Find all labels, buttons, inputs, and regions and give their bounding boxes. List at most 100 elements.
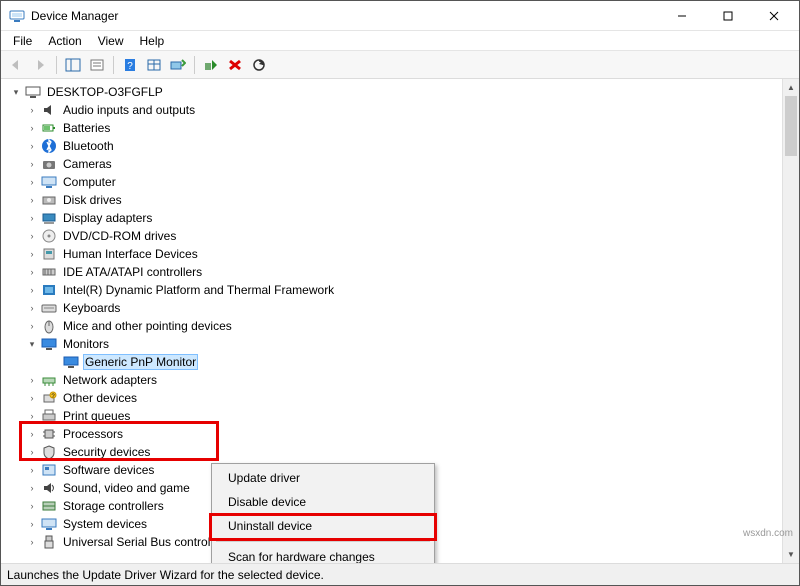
tree-category[interactable]: › Batteries (3, 119, 782, 137)
network-icon (41, 372, 57, 388)
view-by-type-button[interactable] (143, 54, 165, 76)
chevron-right-icon[interactable]: › (25, 463, 39, 477)
scroll-thumb[interactable] (785, 96, 797, 156)
scroll-down-button[interactable]: ▼ (783, 546, 799, 563)
tree-category[interactable]: › DVD/CD-ROM drives (3, 227, 782, 245)
software-devices-icon (41, 462, 57, 478)
tree-category[interactable]: › Display adapters (3, 209, 782, 227)
tree-label: Security devices (61, 444, 152, 460)
sound-icon (41, 480, 57, 496)
tree-category[interactable]: › Computer (3, 173, 782, 191)
tree-category[interactable]: ›Cameras (3, 155, 782, 173)
scroll-track[interactable] (783, 156, 799, 546)
computer-icon (25, 84, 41, 100)
tree-label: Mice and other pointing devices (61, 318, 234, 334)
tree-category[interactable]: › Mice and other pointing devices (3, 317, 782, 335)
back-button[interactable] (5, 54, 27, 76)
chevron-right-icon[interactable]: › (25, 157, 39, 171)
menu-help[interactable]: Help (132, 32, 173, 50)
tree-category[interactable]: › Human Interface Devices (3, 245, 782, 263)
monitor-icon (63, 354, 79, 370)
ctx-scan-hardware[interactable]: Scan for hardware changes (214, 545, 432, 563)
chevron-right-icon[interactable]: › (25, 193, 39, 207)
printer-icon (41, 408, 57, 424)
tree-label: DVD/CD-ROM drives (61, 228, 178, 244)
chevron-right-icon[interactable]: › (25, 211, 39, 225)
tree-label: Display adapters (61, 210, 154, 226)
tree-root[interactable]: ▾ DESKTOP-O3FGFLP (3, 83, 782, 101)
tree-category[interactable]: › Intel(R) Dynamic Platform and Thermal F… (3, 281, 782, 299)
toolbar-separator (113, 56, 114, 74)
enable-device-button[interactable] (200, 54, 222, 76)
tree-label: Sound, video and game (61, 480, 192, 496)
properties-button[interactable] (86, 54, 108, 76)
uninstall-device-button[interactable] (224, 54, 246, 76)
scroll-up-button[interactable]: ▲ (783, 79, 799, 96)
chevron-right-icon[interactable]: › (25, 481, 39, 495)
chevron-right-icon[interactable]: › (25, 535, 39, 549)
tree-label: Print queues (61, 408, 132, 424)
tree-category-monitors[interactable]: ▾ Monitors (3, 335, 782, 353)
close-button[interactable] (751, 1, 797, 31)
ctx-disable-device[interactable]: Disable device (214, 490, 432, 514)
ctx-update-driver[interactable]: Update driver (214, 466, 432, 490)
tree-category[interactable]: ›IDE ATA/ATAPI controllers (3, 263, 782, 281)
menu-view[interactable]: View (90, 32, 132, 50)
help-button[interactable]: ? (119, 54, 141, 76)
chevron-right-icon[interactable]: › (25, 247, 39, 261)
chevron-right-icon[interactable]: › (25, 139, 39, 153)
chevron-right-icon[interactable]: › (25, 121, 39, 135)
tree-category[interactable]: ›Keyboards (3, 299, 782, 317)
tree-label: Monitors (61, 336, 111, 352)
maximize-button[interactable] (705, 1, 751, 31)
tree-category[interactable]: ›Disk drives (3, 191, 782, 209)
forward-button[interactable] (29, 54, 51, 76)
chevron-right-icon[interactable]: › (25, 445, 39, 459)
chevron-right-icon[interactable]: › (25, 301, 39, 315)
tree-label: Batteries (61, 120, 112, 136)
chevron-right-icon[interactable]: › (25, 409, 39, 423)
tree-device-generic-pnp-monitor[interactable]: ›Generic PnP Monitor (3, 353, 782, 371)
update-driver-button[interactable] (167, 54, 189, 76)
tree-label: Intel(R) Dynamic Platform and Thermal Fr… (61, 282, 336, 298)
tree-label: Human Interface Devices (61, 246, 200, 262)
tree-label: Audio inputs and outputs (61, 102, 197, 118)
chevron-right-icon[interactable]: › (25, 103, 39, 117)
chevron-down-icon[interactable]: ▾ (25, 337, 39, 351)
app-icon (9, 8, 25, 24)
toolbar: ? (1, 51, 799, 79)
chevron-right-icon[interactable]: › (25, 517, 39, 531)
chevron-right-icon[interactable]: › (25, 499, 39, 513)
tree-category[interactable]: ›?Other devices (3, 389, 782, 407)
chevron-right-icon[interactable]: › (25, 265, 39, 279)
toolbar-separator (56, 56, 57, 74)
ctx-uninstall-device[interactable]: Uninstall device (214, 514, 432, 538)
mouse-icon (41, 318, 57, 334)
chevron-right-icon[interactable]: › (25, 283, 39, 297)
chevron-right-icon[interactable]: › (25, 319, 39, 333)
minimize-button[interactable] (659, 1, 705, 31)
ide-icon (41, 264, 57, 280)
menu-action[interactable]: Action (40, 32, 89, 50)
chevron-right-icon[interactable]: › (25, 391, 39, 405)
tree-label: Storage controllers (61, 498, 166, 514)
chevron-right-icon[interactable]: › (25, 373, 39, 387)
dvd-icon (41, 228, 57, 244)
vertical-scrollbar[interactable]: ▲ ▼ (782, 79, 799, 563)
tree-category[interactable]: ›Processors (3, 425, 782, 443)
chevron-down-icon[interactable]: ▾ (9, 85, 23, 99)
tree-category[interactable]: › Security devices (3, 443, 782, 461)
menu-file[interactable]: File (5, 32, 40, 50)
scan-hardware-button[interactable] (248, 54, 270, 76)
storage-controller-icon (41, 498, 57, 514)
chevron-right-icon[interactable]: › (25, 427, 39, 441)
chevron-right-icon[interactable]: › (25, 229, 39, 243)
tree-category[interactable]: ›Bluetooth (3, 137, 782, 155)
tree-category[interactable]: › Audio inputs and outputs (3, 101, 782, 119)
context-menu-separator (216, 541, 430, 542)
show-hide-tree-button[interactable] (62, 54, 84, 76)
chevron-right-icon[interactable]: › (25, 175, 39, 189)
tree-label: Computer (61, 174, 118, 190)
tree-category[interactable]: ›Network adapters (3, 371, 782, 389)
tree-category[interactable]: › Print queues (3, 407, 782, 425)
